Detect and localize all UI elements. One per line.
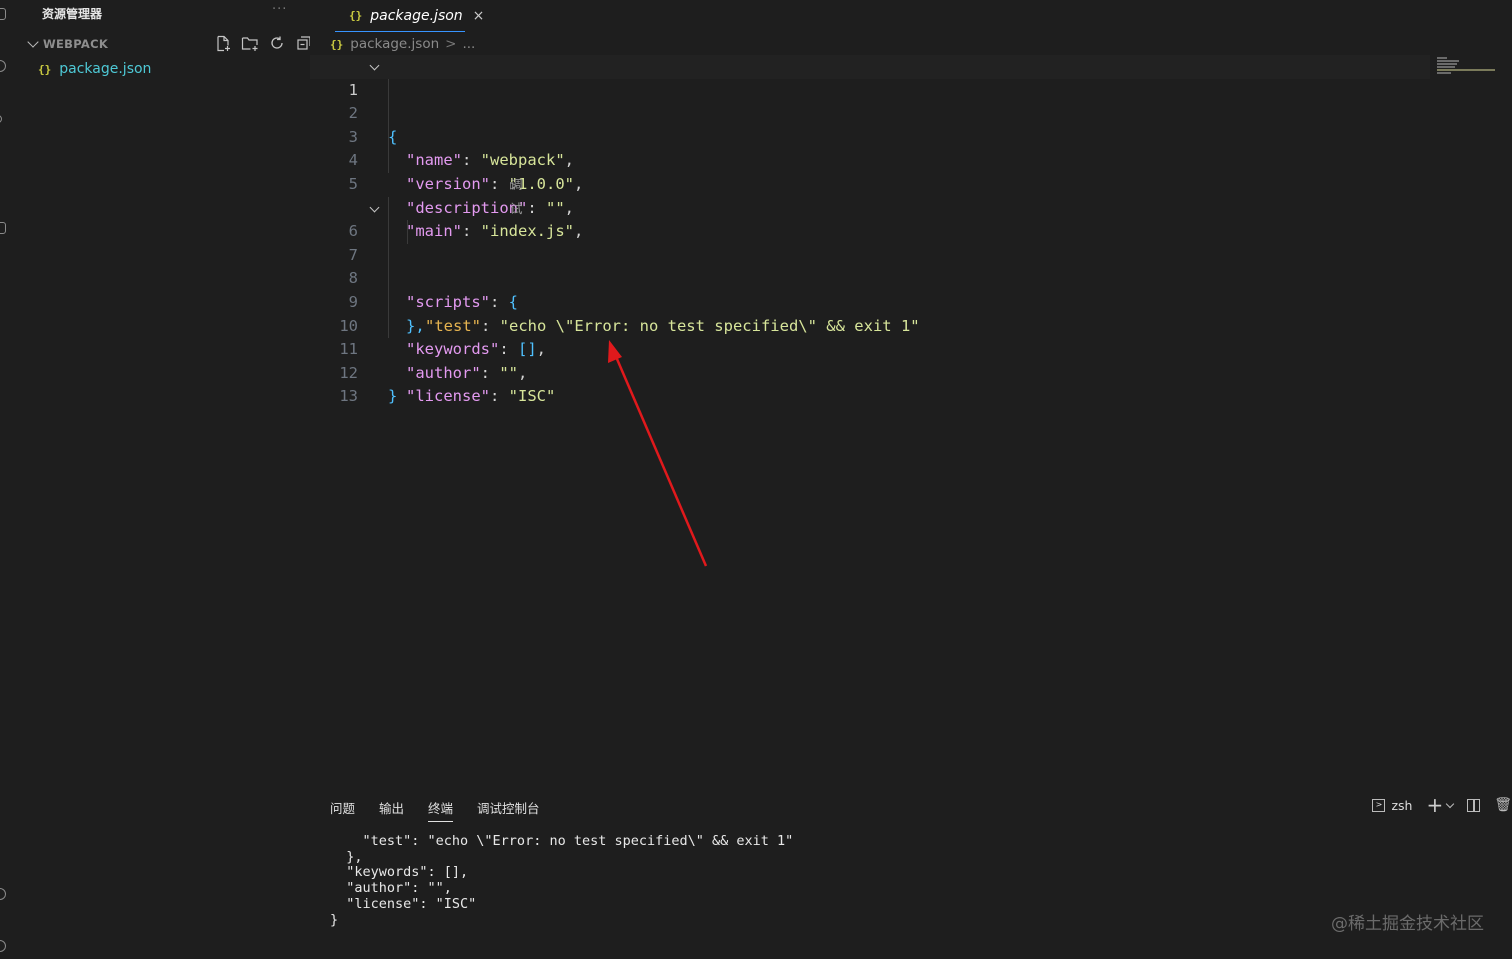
terminal-icon: > (1372, 798, 1386, 812)
line-number: 13 (339, 387, 358, 406)
activity-bar (0, 0, 10, 959)
source-control-icon[interactable] (0, 115, 2, 123)
code-line[interactable]: 8 }, (310, 243, 1430, 335)
editor-group: {} package.json × {} package.json > ... … (310, 0, 1512, 785)
line-text: } (388, 387, 398, 406)
breadcrumb: {} package.json > ... (330, 35, 475, 53)
code-line[interactable]: 1 { (310, 55, 1430, 146)
code-line[interactable]: 13 (310, 362, 1430, 405)
breadcrumb-separator: > (445, 36, 457, 52)
terminal-line: "license": "ISC" (330, 895, 477, 912)
code-line[interactable]: 12 } (310, 338, 1430, 406)
more-actions-icon[interactable]: ··· (272, 2, 287, 17)
close-icon[interactable]: × (473, 8, 485, 24)
code-line[interactable]: 6 "scripts": { (310, 196, 1430, 311)
terminal-shell-selector[interactable]: > zsh (1372, 798, 1412, 813)
json-key: "license" (406, 387, 490, 406)
code-line[interactable]: 5 "main": "index.js", (310, 149, 1430, 240)
explorer-icon[interactable] (0, 8, 6, 20)
code-line[interactable]: 3 "version": "1.0.0", (310, 102, 1430, 193)
new-file-icon[interactable] (214, 34, 232, 52)
vscode-window: 资源管理器 ··· WEBPACK {} package.json {} pac… (0, 0, 1512, 959)
terminal-line: } (330, 911, 339, 928)
json-value: "ISC" (508, 387, 556, 406)
terminal-line: "test": "echo \"Error: no test specified… (330, 833, 794, 849)
breadcrumb-file[interactable]: package.json (350, 36, 439, 52)
minimap[interactable] (1437, 57, 1497, 81)
file-name: package.json (59, 61, 152, 77)
terminal-line: "keywords": [], (330, 864, 469, 881)
terminal-output[interactable]: "test": "echo \"Error: no test specified… (330, 833, 794, 928)
chevron-down-icon (27, 36, 39, 48)
settings-gear-icon[interactable] (0, 940, 6, 952)
run-debug-icon[interactable] (0, 172, 6, 184)
code-line[interactable]: 2 "name": "webpack", (310, 78, 1430, 169)
terminal-line: "author": "", (330, 880, 452, 897)
explorer-sidebar: 资源管理器 ··· WEBPACK {} package.json (10, 0, 311, 959)
code-line[interactable]: 10 "author": "", (310, 290, 1430, 382)
panel-tabs: 问题 输出 终端 调试控制台 (330, 798, 540, 822)
tab-terminal[interactable]: 终端 (428, 798, 454, 822)
search-icon[interactable] (0, 60, 6, 72)
code-line[interactable]: 11 "license": "ISC" (310, 314, 1430, 405)
account-icon[interactable] (0, 888, 6, 900)
fold-chevron-icon[interactable] (369, 60, 380, 71)
new-terminal-icon[interactable]: + (1426, 795, 1443, 815)
codelens-debug[interactable]: ▷ 调试 (310, 173, 1430, 216)
terminal-line: }, (330, 848, 363, 865)
code-editor[interactable]: 1 { 2 "name": "webpack", 3 "version": "1… (310, 55, 1430, 406)
code-line[interactable]: 7 "test": "echo \"Error: no test specifi… (310, 220, 1430, 335)
explorer-title: 资源管理器 (42, 7, 103, 21)
tab-bar: {} package.json × (310, 0, 1512, 32)
chevron-down-icon[interactable] (1445, 799, 1455, 808)
tab-label: package.json (370, 7, 463, 24)
tab-package-json[interactable]: {} package.json × (335, 0, 484, 32)
shell-name: zsh (1391, 797, 1413, 813)
tab-debug-console[interactable]: 调试控制台 (477, 798, 540, 822)
json-file-icon: {} (38, 62, 52, 76)
tab-output[interactable]: 输出 (379, 798, 404, 822)
refresh-icon[interactable] (268, 34, 286, 52)
breadcrumb-symbols[interactable]: ... (462, 36, 475, 52)
code-line[interactable]: 4 "description": "", (310, 125, 1430, 217)
panel-actions: > zsh + 🗑 (1372, 795, 1512, 815)
watermark: @稀土掘金技术社区 (1331, 914, 1484, 934)
workspace-section-header[interactable]: WEBPACK (24, 34, 314, 52)
tab-problems[interactable]: 问题 (330, 798, 355, 822)
extensions-icon[interactable] (0, 222, 6, 234)
json-file-icon: {} (330, 37, 344, 51)
bottom-panel: 问题 输出 终端 调试控制台 > zsh + 🗑 "test": "echo \… (310, 785, 1512, 959)
trash-icon[interactable]: 🗑 (1494, 797, 1512, 813)
json-file-icon: {} (349, 9, 363, 22)
file-tree-item[interactable]: {} package.json (38, 60, 151, 78)
fold-chevron-icon[interactable] (369, 202, 380, 213)
workspace-name: WEBPACK (43, 37, 109, 51)
code-line[interactable]: 9 "keywords": [], (310, 267, 1430, 358)
split-terminal-icon[interactable] (1467, 798, 1481, 812)
new-folder-icon[interactable] (241, 34, 259, 52)
